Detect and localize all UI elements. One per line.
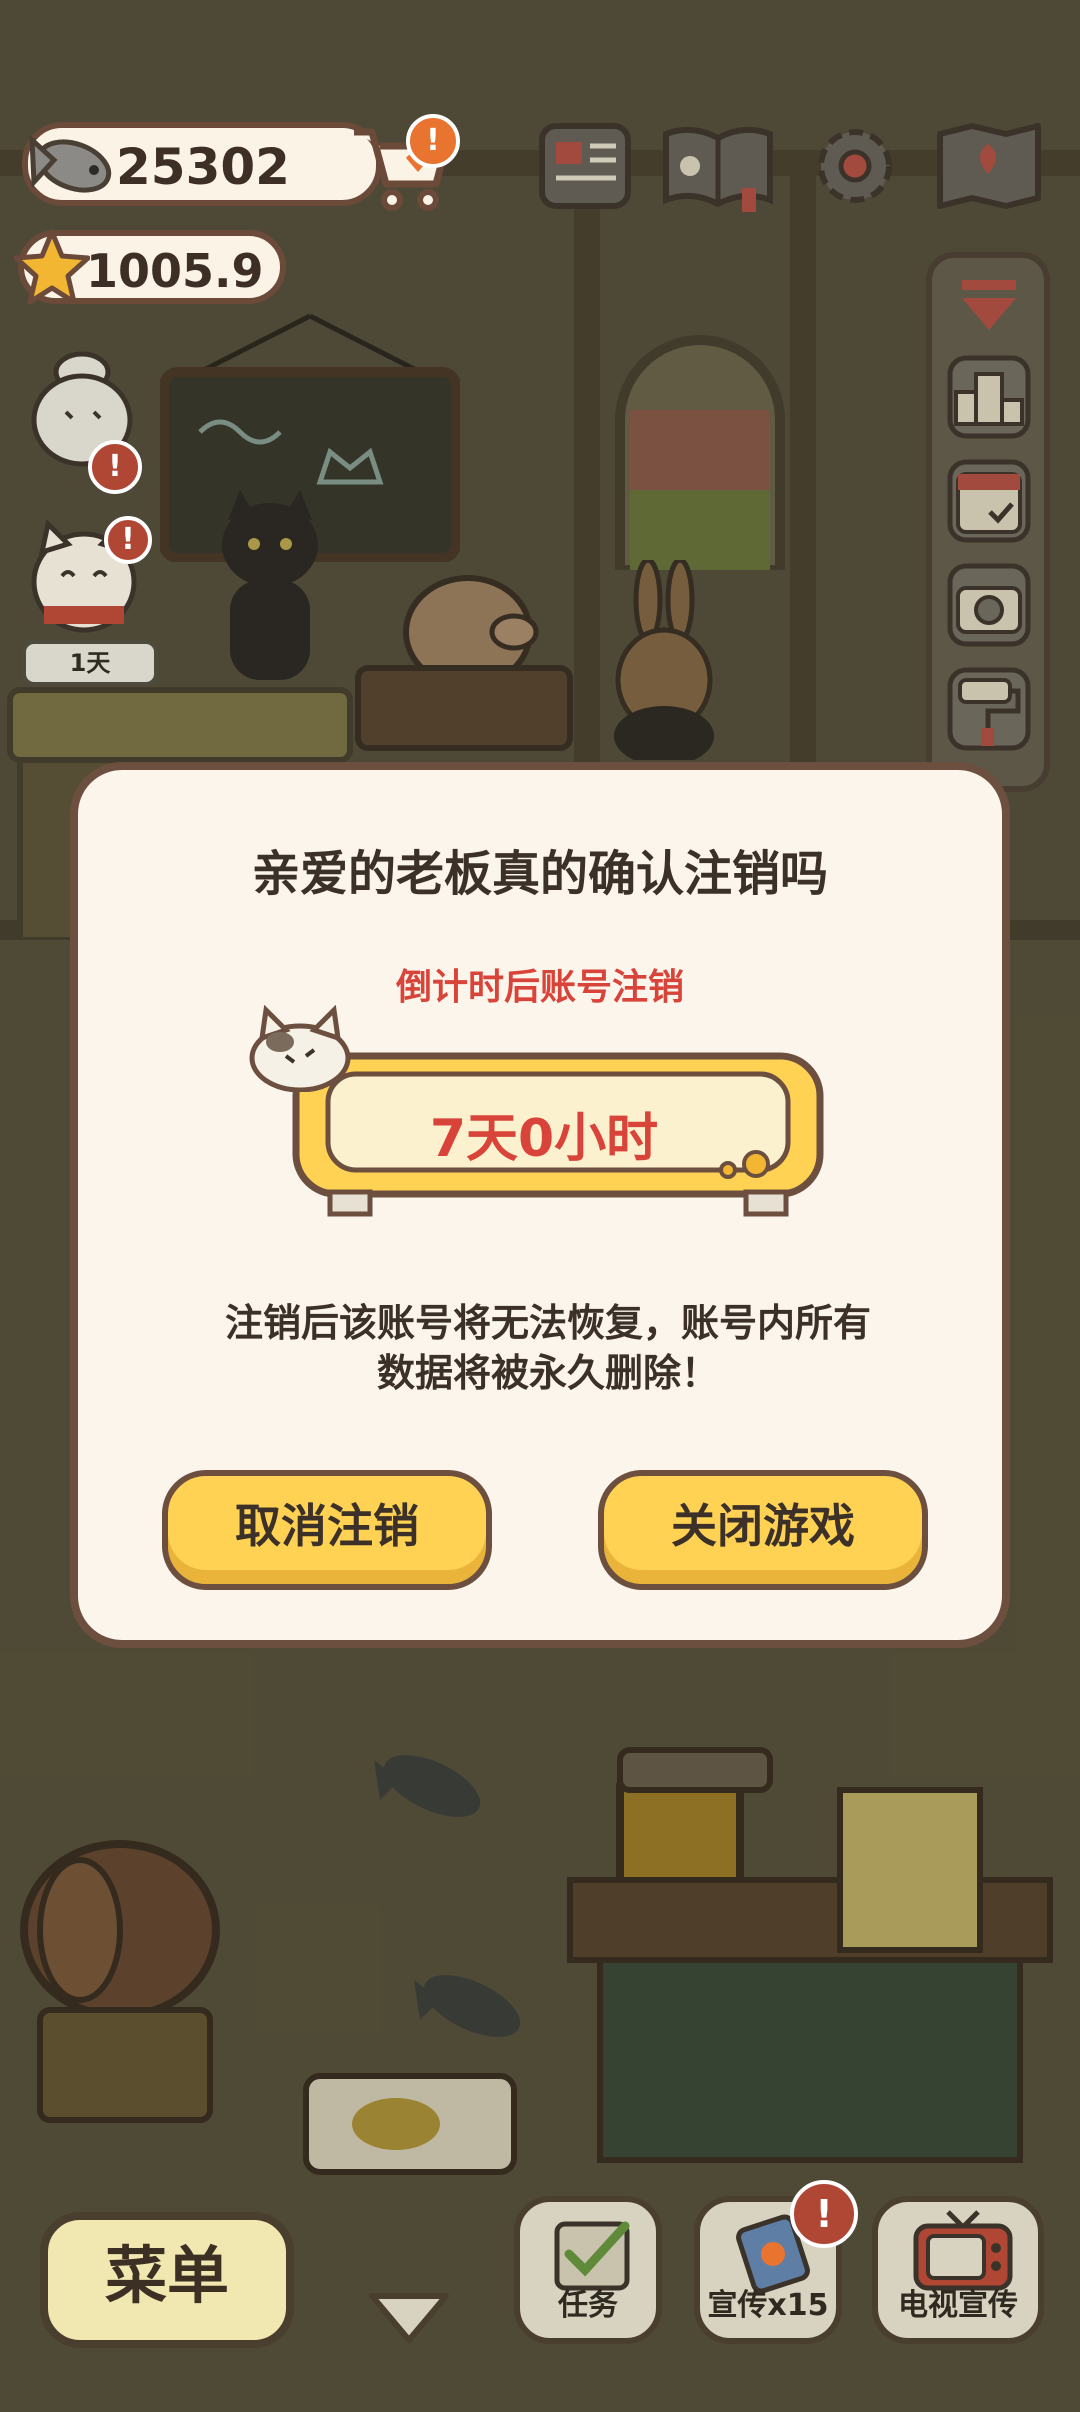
countdown-label: 倒计时后账号注销 xyxy=(395,967,684,1008)
star-icon xyxy=(14,229,90,305)
recipe-book-icon[interactable] xyxy=(660,118,776,214)
gear-icon[interactable] xyxy=(806,118,904,214)
tasks-button[interactable]: 任务 xyxy=(514,2196,662,2344)
fish-icon xyxy=(29,134,112,193)
warning-line-1: 注销后该账号将无法恢复，账号内所有 xyxy=(224,1301,871,1345)
shop-alert-badge: ! xyxy=(406,114,460,168)
triangle-down-icon[interactable] xyxy=(946,276,1032,336)
tv-promo-button[interactable]: 电视宣传 xyxy=(872,2196,1044,2344)
fish-coin-counter[interactable]: 25302 xyxy=(22,122,382,206)
promo-alert-badge: ! xyxy=(790,2180,858,2248)
countdown-value: 7天0小时 xyxy=(429,1109,659,1169)
countdown-panel: 7天0小时 xyxy=(249,1004,840,1222)
deletion-warning: 注销后该账号将无法恢复，账号内所有 数据将被永久删除！ xyxy=(138,1298,958,1398)
menu-button[interactable]: 菜单 xyxy=(40,2212,294,2348)
right-sidebar xyxy=(926,252,1050,792)
star-value: 1005.9 xyxy=(86,244,264,298)
peeking-cat-icon xyxy=(249,1004,351,1092)
account-deletion-dialog: 亲爱的老板真的确认注销吗 倒计时后账号注销 7天0小时 注销后该账号将无法恢复，… xyxy=(70,762,1010,1648)
calendar-icon[interactable] xyxy=(946,458,1032,544)
star-counter[interactable]: 1005.9 xyxy=(14,229,286,305)
dialog-title: 亲爱的老板真的确认注销吗 xyxy=(251,846,828,902)
tv-promo-label: 电视宣传 xyxy=(898,2288,1018,2323)
camera-icon[interactable] xyxy=(946,562,1032,648)
podium-icon[interactable] xyxy=(946,354,1032,440)
chef-alert-badge: ! xyxy=(88,440,142,494)
fish-coin-value: 25302 xyxy=(116,138,290,196)
lucky-cat-day-label: 1天 xyxy=(22,640,158,686)
tasks-label: 任务 xyxy=(558,2288,618,2323)
newspaper-icon[interactable] xyxy=(536,118,634,214)
chevron-down-icon[interactable] xyxy=(366,2288,452,2346)
close-game-button[interactable]: 关闭游戏 xyxy=(598,1470,928,1590)
lucky-cat-alert-badge: ! xyxy=(104,516,152,564)
promo-label: 宣传x15 xyxy=(707,2288,829,2323)
warning-line-2: 数据将被永久删除！ xyxy=(376,1351,719,1395)
cancel-deletion-button[interactable]: 取消注销 xyxy=(162,1470,492,1590)
map-icon[interactable] xyxy=(934,118,1044,214)
paint-roller-icon[interactable] xyxy=(946,666,1032,752)
